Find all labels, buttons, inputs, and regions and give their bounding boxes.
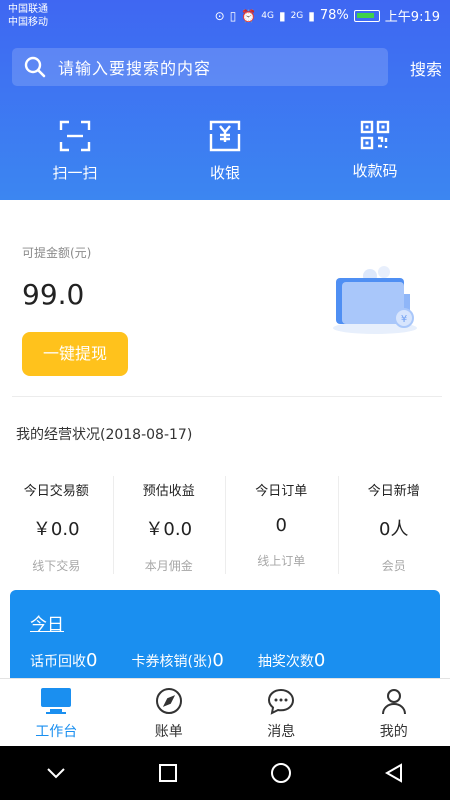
compass-icon [155, 688, 182, 714]
battery-percent: 78% [319, 8, 349, 23]
stat-today-transactions[interactable]: 今日交易额 ￥0.0 线下交易 [0, 472, 113, 582]
bottom-tab-bar: 工作台 账单 消息 我的 [0, 678, 450, 746]
network-4g-label: 4G [261, 10, 274, 21]
business-stats: 今日交易额 ￥0.0 线下交易 预估收益 ￥0.0 本月佣金 今日订单 0 线上… [0, 472, 450, 582]
stat-value: ￥0.0 [145, 519, 193, 540]
tab-messages[interactable]: 消息 [225, 679, 338, 746]
quick-actions: 扫一扫 收银 收款码 [0, 120, 450, 183]
stat-subtitle: 会员 [381, 559, 406, 573]
today-metric-value: 0 [313, 650, 326, 671]
carrier-info: 中国联通 中国移动 [8, 3, 48, 29]
tab-bills[interactable]: 账单 [113, 679, 226, 746]
today-metrics: 话币回收0 卡券核销(张)0 抽奖次数0 [30, 650, 430, 671]
today-metric-value: 0 [212, 650, 224, 671]
carrier-1: 中国联通 [8, 4, 48, 15]
monitor-icon [41, 688, 72, 714]
system-nav-bar [0, 746, 450, 800]
quick-action-qrcode[interactable]: 收款码 [300, 120, 450, 183]
today-title[interactable]: 今日 [30, 610, 64, 635]
today-metric-label: 话币回收 [30, 654, 86, 670]
location-icon: ⊙ [214, 8, 225, 23]
today-metric-value: 0 [86, 650, 98, 671]
signal-icon: ▮ [308, 8, 315, 23]
svg-text:¥: ¥ [401, 314, 407, 325]
home-icon[interactable] [270, 762, 292, 784]
stat-header: 今日订单 [255, 484, 308, 499]
signal-icon: ▮ [278, 8, 286, 23]
qr-code-icon [360, 120, 390, 150]
withdraw-button[interactable]: 一键提现 [22, 332, 128, 376]
tab-profile[interactable]: 我的 [338, 679, 450, 746]
today-card: 今日 话币回收0 卡券核销(张)0 抽奖次数0 [10, 590, 440, 686]
tab-label: 工作台 [35, 724, 78, 740]
balance-label: 可提金额(元) [22, 246, 92, 260]
battery-icon [353, 9, 380, 22]
stat-subtitle: 线上订单 [257, 554, 306, 568]
quick-action-label: 收款码 [352, 162, 398, 180]
divider [12, 396, 442, 397]
chevron-down-icon[interactable] [46, 767, 66, 779]
wallet-illustration: ¥ [333, 266, 417, 334]
cashier-icon [209, 120, 241, 152]
carrier-2: 中国移动 [8, 17, 48, 28]
today-metric: 卡券核销(张)0 [131, 650, 223, 671]
stat-value: 0 [275, 515, 287, 536]
stat-header: 今日新增 [367, 484, 420, 499]
business-status-title: 我的经营状况(2018-08-17) [16, 427, 193, 443]
tab-label: 我的 [379, 724, 408, 740]
today-metric-label: 抽奖次数 [257, 654, 314, 670]
quick-action-scan[interactable]: 扫一扫 [0, 120, 150, 183]
vibrate-icon: ▯ [229, 8, 237, 23]
stat-today-orders[interactable]: 今日订单 0 线上订单 [225, 472, 338, 582]
stat-header: 今日交易额 [23, 484, 89, 499]
quick-action-label: 收银 [209, 164, 240, 182]
tab-workbench[interactable]: 工作台 [0, 679, 113, 746]
stat-header: 预估收益 [142, 484, 195, 499]
search-input[interactable]: 请输入要搜索的内容 [12, 48, 388, 86]
tab-label: 消息 [267, 724, 296, 740]
quick-action-cashier[interactable]: 收银 [150, 120, 300, 183]
stat-subtitle: 线下交易 [32, 559, 81, 573]
status-bar: 中国联通 中国移动 ⊙ ▯ ⏰ 4G ▮ 2G ▮ 78% 上午9:19 [0, 0, 450, 34]
search-bar: 请输入要搜索的内容 搜索 [12, 48, 442, 88]
balance-value: 99.0 [22, 278, 85, 311]
search-placeholder: 请输入要搜索的内容 [58, 59, 212, 78]
clock: 上午9:19 [384, 10, 440, 25]
stat-new-members[interactable]: 今日新增 0人 会员 [337, 472, 450, 582]
today-metric: 话币回收0 [30, 650, 97, 671]
balance-card: 可提金额(元) 99.0 一键提现 ¥ [0, 200, 450, 396]
status-indicators: ⊙ ▯ ⏰ 4G ▮ 2G ▮ 78% 上午9:19 [215, 6, 440, 25]
search-icon [24, 56, 46, 78]
chat-bubble-icon [268, 688, 295, 715]
quick-action-label: 扫一扫 [52, 164, 98, 182]
stat-subtitle: 本月佣金 [144, 559, 193, 573]
stat-value: 0人 [379, 519, 409, 540]
alarm-icon: ⏰ [241, 8, 257, 23]
network-2g-label: 2G [290, 10, 304, 21]
recent-apps-icon[interactable] [158, 763, 178, 783]
person-icon [381, 689, 406, 715]
tab-label: 账单 [154, 724, 183, 740]
scan-icon [59, 120, 91, 152]
stat-estimated-earnings[interactable]: 预估收益 ￥0.0 本月佣金 [112, 472, 226, 582]
stat-value: ￥0.0 [32, 519, 80, 540]
today-metric: 抽奖次数0 [258, 650, 325, 671]
today-metric-label: 卡券核销(张) [131, 654, 213, 670]
header: 中国联通 中国移动 ⊙ ▯ ⏰ 4G ▮ 2G ▮ 78% 上午9:19 请输入… [0, 0, 450, 200]
back-icon[interactable] [384, 763, 404, 783]
search-button[interactable]: 搜索 [410, 56, 442, 80]
